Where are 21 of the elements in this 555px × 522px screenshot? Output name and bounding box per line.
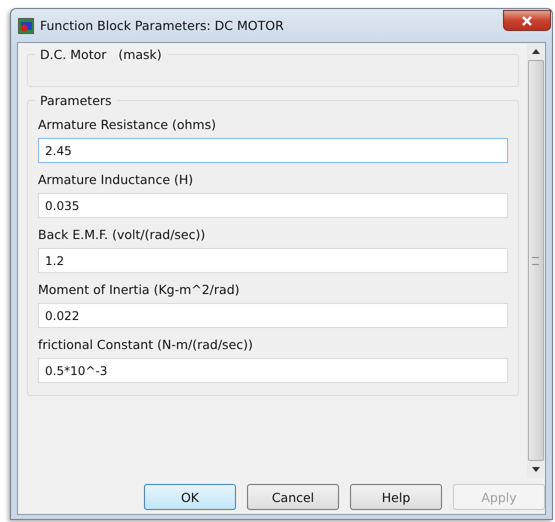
scroll-down-icon[interactable]	[532, 467, 540, 472]
field-label: frictional Constant (N-m/(rad/sec))	[38, 337, 254, 354]
group-title: D.C. Motor (mask)	[39, 47, 163, 62]
dialog-button[interactable]: Cancel	[247, 484, 339, 510]
field-label: Armature Inductance (H)	[38, 172, 194, 189]
close-button[interactable]	[503, 10, 551, 31]
field-label: Back E.M.F. (volt/(rad/sec))	[38, 227, 206, 244]
scroll-up-icon[interactable]	[532, 49, 540, 54]
input-field[interactable]: 0.035	[38, 193, 508, 218]
field-label: Armature Resistance (ohms)	[38, 117, 218, 134]
dialog-button[interactable]: OK	[144, 484, 236, 510]
block-icon	[18, 18, 34, 34]
field-label: Moment of Inertia (Kg-m^2/rad)	[38, 282, 241, 299]
window-title: Function Block Parameters: DC MOTOR	[40, 18, 285, 33]
input-field[interactable]: 0.022	[38, 303, 508, 328]
close-icon	[521, 16, 533, 26]
dialog-button[interactable]: Help	[350, 484, 442, 510]
input-field[interactable]: 2.45	[38, 138, 508, 163]
group-title: Parameters	[39, 93, 113, 108]
input-field[interactable]: 1.2	[38, 248, 508, 273]
input-field[interactable]: 0.5*10^-3	[38, 358, 508, 383]
